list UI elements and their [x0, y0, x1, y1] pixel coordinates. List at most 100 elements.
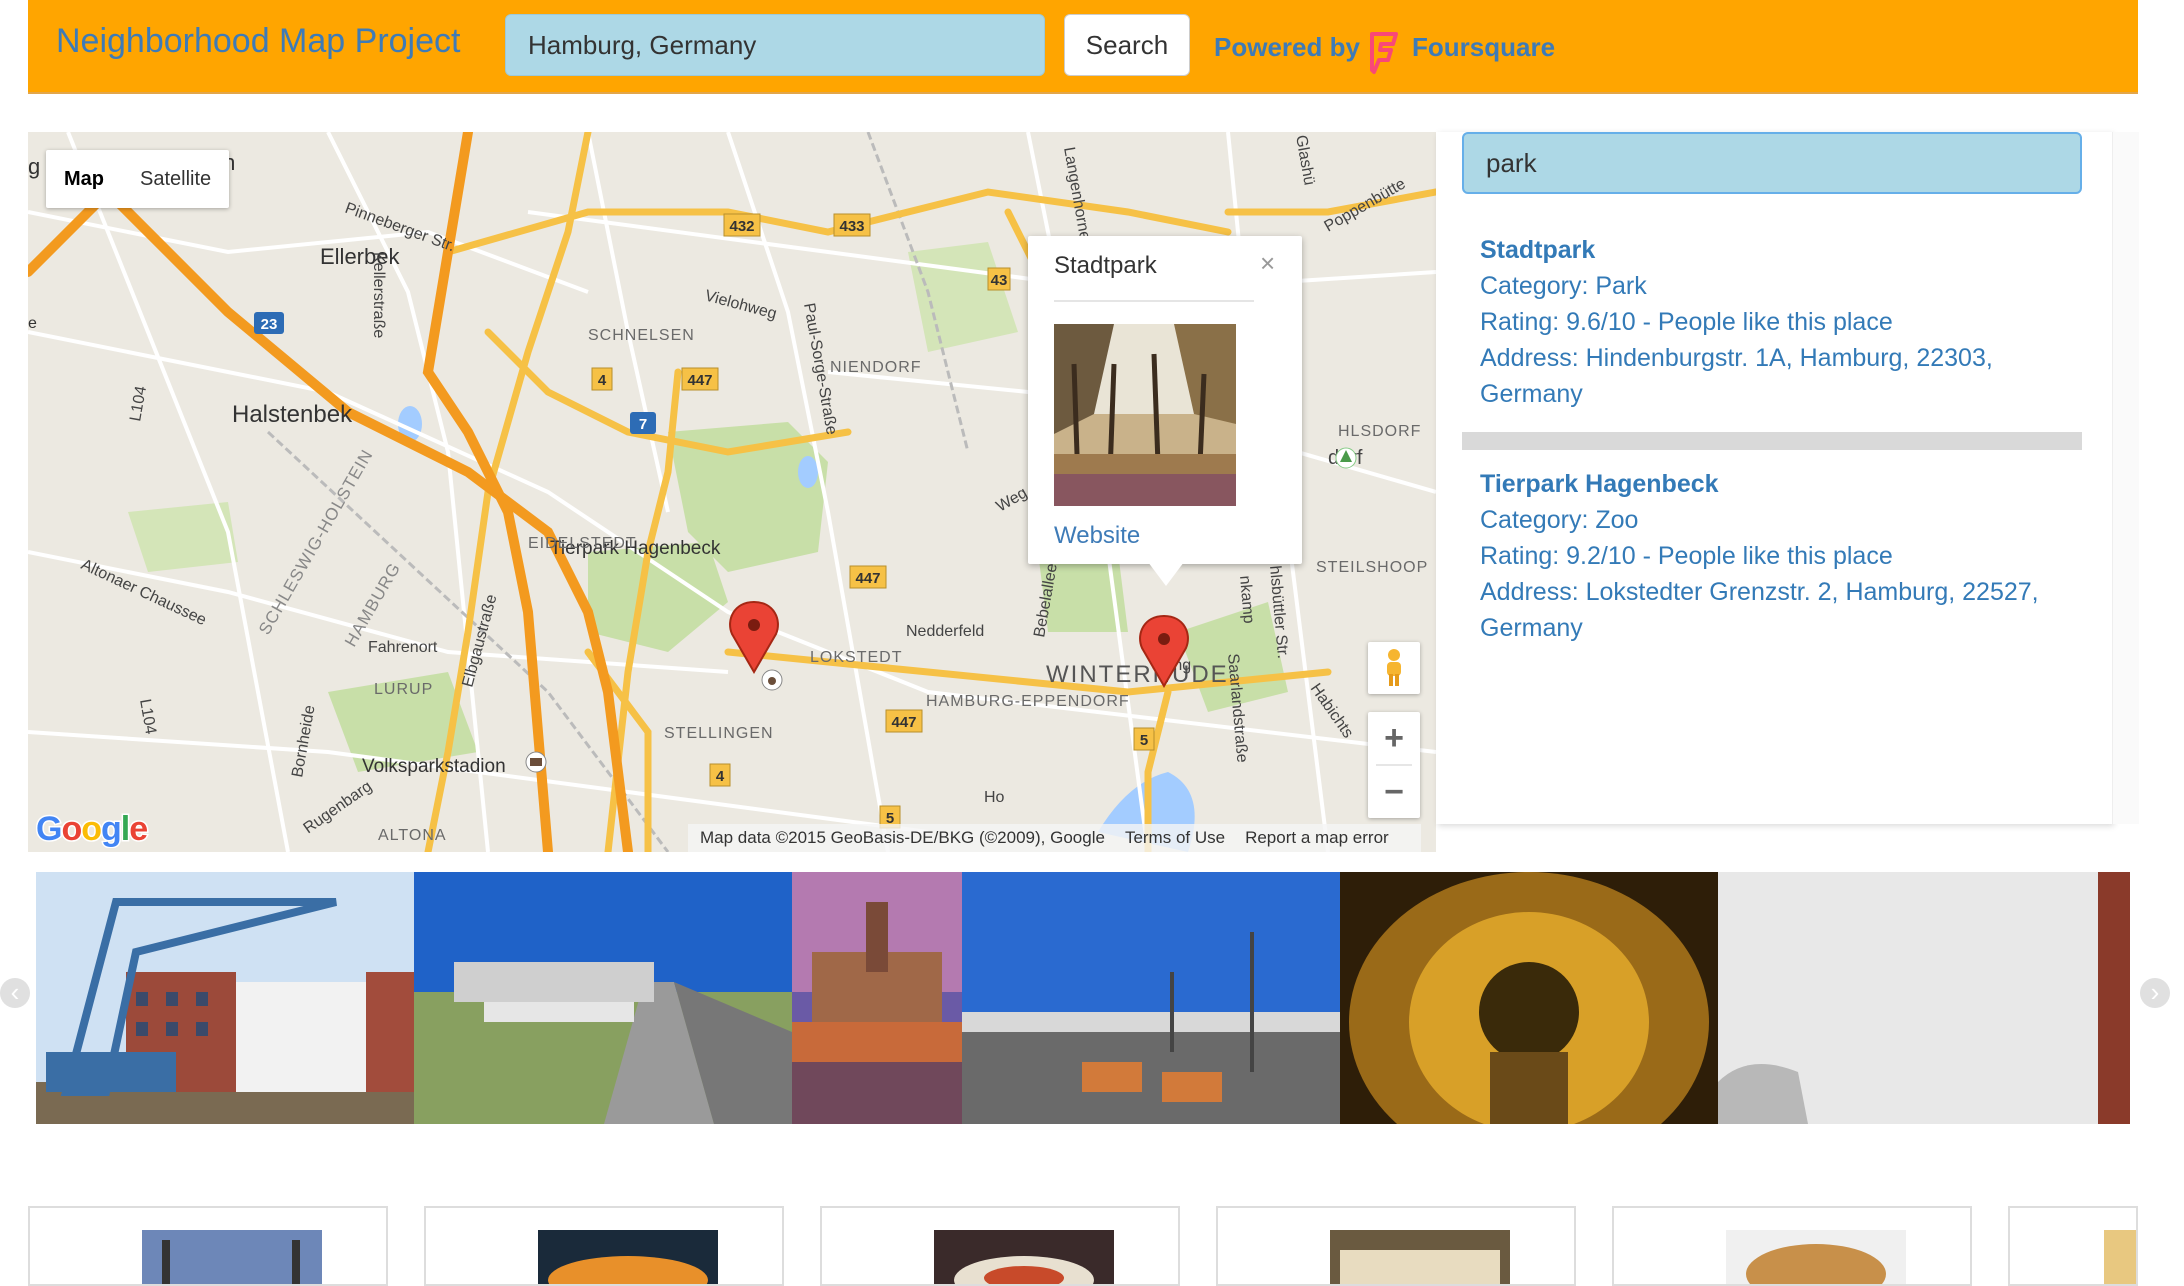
map-label: Volksparkstadion	[362, 756, 506, 777]
road-shield: 433	[839, 218, 864, 235]
foursquare-link[interactable]: Foursquare	[1412, 32, 1555, 63]
venue-name[interactable]: Tierpark Hagenbeck	[1480, 466, 2080, 502]
card-photo	[934, 1230, 1114, 1284]
scrollbar[interactable]	[2112, 132, 2139, 824]
lake	[798, 456, 818, 488]
map-label: HAMBURG-EPPENDORF	[926, 693, 1130, 710]
venue-card[interactable]	[2008, 1206, 2138, 1286]
card-photo	[1330, 1230, 1510, 1284]
carousel-photo[interactable]	[1340, 872, 1718, 1124]
map-type-satellite-button[interactable]: Satellite	[122, 150, 229, 208]
foursquare-logo-icon	[1370, 32, 1398, 74]
road-shield: 4	[598, 372, 607, 389]
map-label: WINTERHUDE	[1046, 661, 1229, 688]
park-poi-icon	[1335, 447, 1357, 469]
map-label: STEILSHOOP	[1316, 559, 1428, 576]
map-label: Fahrenort	[368, 639, 438, 656]
map-data-attribution: Map data ©2015 GeoBasis-DE/BKG (©2009), …	[700, 828, 1105, 847]
photo-carousel[interactable]	[36, 872, 2130, 1124]
search-button[interactable]: Search	[1064, 14, 1190, 76]
carousel-photo[interactable]	[962, 872, 1340, 1124]
info-window: Stadtpark × Website	[1028, 236, 1302, 564]
venue-card[interactable]	[820, 1206, 1180, 1286]
filter-input[interactable]	[1462, 132, 2082, 194]
zoom-control: + −	[1368, 712, 1420, 818]
street-view-pegman-icon[interactable]	[1368, 642, 1420, 694]
report-map-error-link[interactable]: Report a map error	[1245, 828, 1389, 848]
terms-of-use-link[interactable]: Terms of Use	[1125, 828, 1225, 848]
venue-card[interactable]	[28, 1206, 388, 1286]
venue-list-panel: Stadtpark Category: Park Rating: 9.6/10 …	[1436, 132, 2112, 824]
map-label: Kellerstraße	[370, 252, 387, 338]
carousel-photo[interactable]	[414, 872, 792, 1124]
venue-address: Address: Lokstedter Grenzstr. 2, Hamburg…	[1480, 578, 2039, 606]
map-type-control: Map Satellite	[46, 150, 230, 208]
venue-rating: Rating: 9.2/10 - People like this place	[1480, 542, 1893, 570]
zoom-out-button[interactable]: −	[1368, 766, 1420, 818]
road-shield: 23	[261, 316, 278, 333]
close-icon[interactable]: ×	[1260, 248, 1275, 279]
map-label: STELLINGEN	[664, 725, 774, 742]
map-label: EIDELSTEDT	[528, 535, 637, 552]
divider	[1054, 300, 1254, 302]
venue-photo	[1054, 324, 1236, 506]
map-canvas[interactable]: 432 433 43 4 447 447 447 4 5 5 23 7 Elle…	[28, 132, 1436, 852]
map-label: LOKSTEDT	[810, 649, 902, 666]
carousel-photo[interactable]	[792, 872, 962, 1124]
map-label: NIENDORF	[830, 359, 922, 376]
map-label: e	[28, 315, 37, 332]
venue-card[interactable]	[1612, 1206, 1972, 1286]
svg-text:Google: Google	[36, 810, 147, 848]
card-photo	[2104, 1230, 2136, 1284]
venue-category: Category: Zoo	[1480, 506, 1639, 534]
map-label: ALTONA	[378, 827, 447, 844]
road-shield: 7	[639, 416, 647, 433]
zoom-in-button[interactable]: +	[1368, 712, 1420, 764]
venue-name[interactable]: Stadtpark	[1480, 232, 2080, 268]
card-photo	[1726, 1230, 1906, 1284]
road-shield: 432	[729, 218, 754, 235]
venue-address-country: Germany	[1480, 614, 1583, 642]
map-attribution: Map data ©2015 GeoBasis-DE/BKG (©2009), …	[688, 824, 1421, 852]
app-header: Neighborhood Map Project Search Powered …	[28, 0, 2138, 94]
venue-rating: Rating: 9.6/10 - People like this place	[1480, 308, 1893, 336]
info-window-pointer	[1148, 562, 1184, 586]
google-logo[interactable]: Google	[36, 808, 156, 849]
carousel-photo[interactable]	[1718, 872, 2130, 1124]
app-title: Neighborhood Map Project	[56, 22, 461, 60]
road-shield: 43	[991, 272, 1008, 289]
map-label: Nedderfeld	[906, 623, 984, 640]
venue-category: Category: Park	[1480, 272, 1647, 300]
map-label: Ho	[984, 789, 1005, 806]
map-label: Ellerbek	[320, 244, 400, 269]
website-link[interactable]: Website	[1054, 522, 1140, 550]
venue-address: Address: Hindenburgstr. 1A, Hamburg, 223…	[1480, 344, 1993, 372]
info-window-title: Stadtpark	[1054, 252, 1157, 279]
map-label: LURUP	[374, 681, 433, 698]
divider	[1462, 432, 2082, 450]
zoo-poi-icon	[761, 669, 783, 691]
powered-by-label: Powered by	[1214, 32, 1360, 62]
road-shield: 447	[891, 714, 916, 731]
map-label: SCHNELSEN	[588, 327, 695, 344]
list-item[interactable]: Tierpark Hagenbeck Category: Zoo Rating:…	[1480, 466, 2080, 646]
carousel-prev-icon[interactable]: ‹	[0, 978, 30, 1008]
list-item[interactable]: Stadtpark Category: Park Rating: 9.6/10 …	[1480, 232, 2080, 412]
map-label: g	[28, 154, 40, 179]
carousel-photo[interactable]	[36, 872, 414, 1124]
road-shield: 5	[1140, 732, 1148, 749]
venue-card[interactable]	[1216, 1206, 1576, 1286]
map-label: Halstenbek	[232, 401, 353, 428]
card-photo	[538, 1230, 718, 1284]
carousel-next-icon[interactable]: ›	[2140, 978, 2170, 1008]
venue-address-country: Germany	[1480, 380, 1583, 408]
road-shield: 4	[716, 768, 725, 785]
road-shield: 447	[855, 570, 880, 587]
map-label: HLSDORF	[1338, 423, 1421, 440]
map-type-map-button[interactable]: Map	[46, 150, 122, 208]
venue-card[interactable]	[424, 1206, 784, 1286]
road-shield: 447	[687, 372, 712, 389]
location-search-input[interactable]	[505, 14, 1045, 76]
card-photo	[142, 1230, 322, 1284]
stadium-poi-icon	[525, 751, 547, 773]
